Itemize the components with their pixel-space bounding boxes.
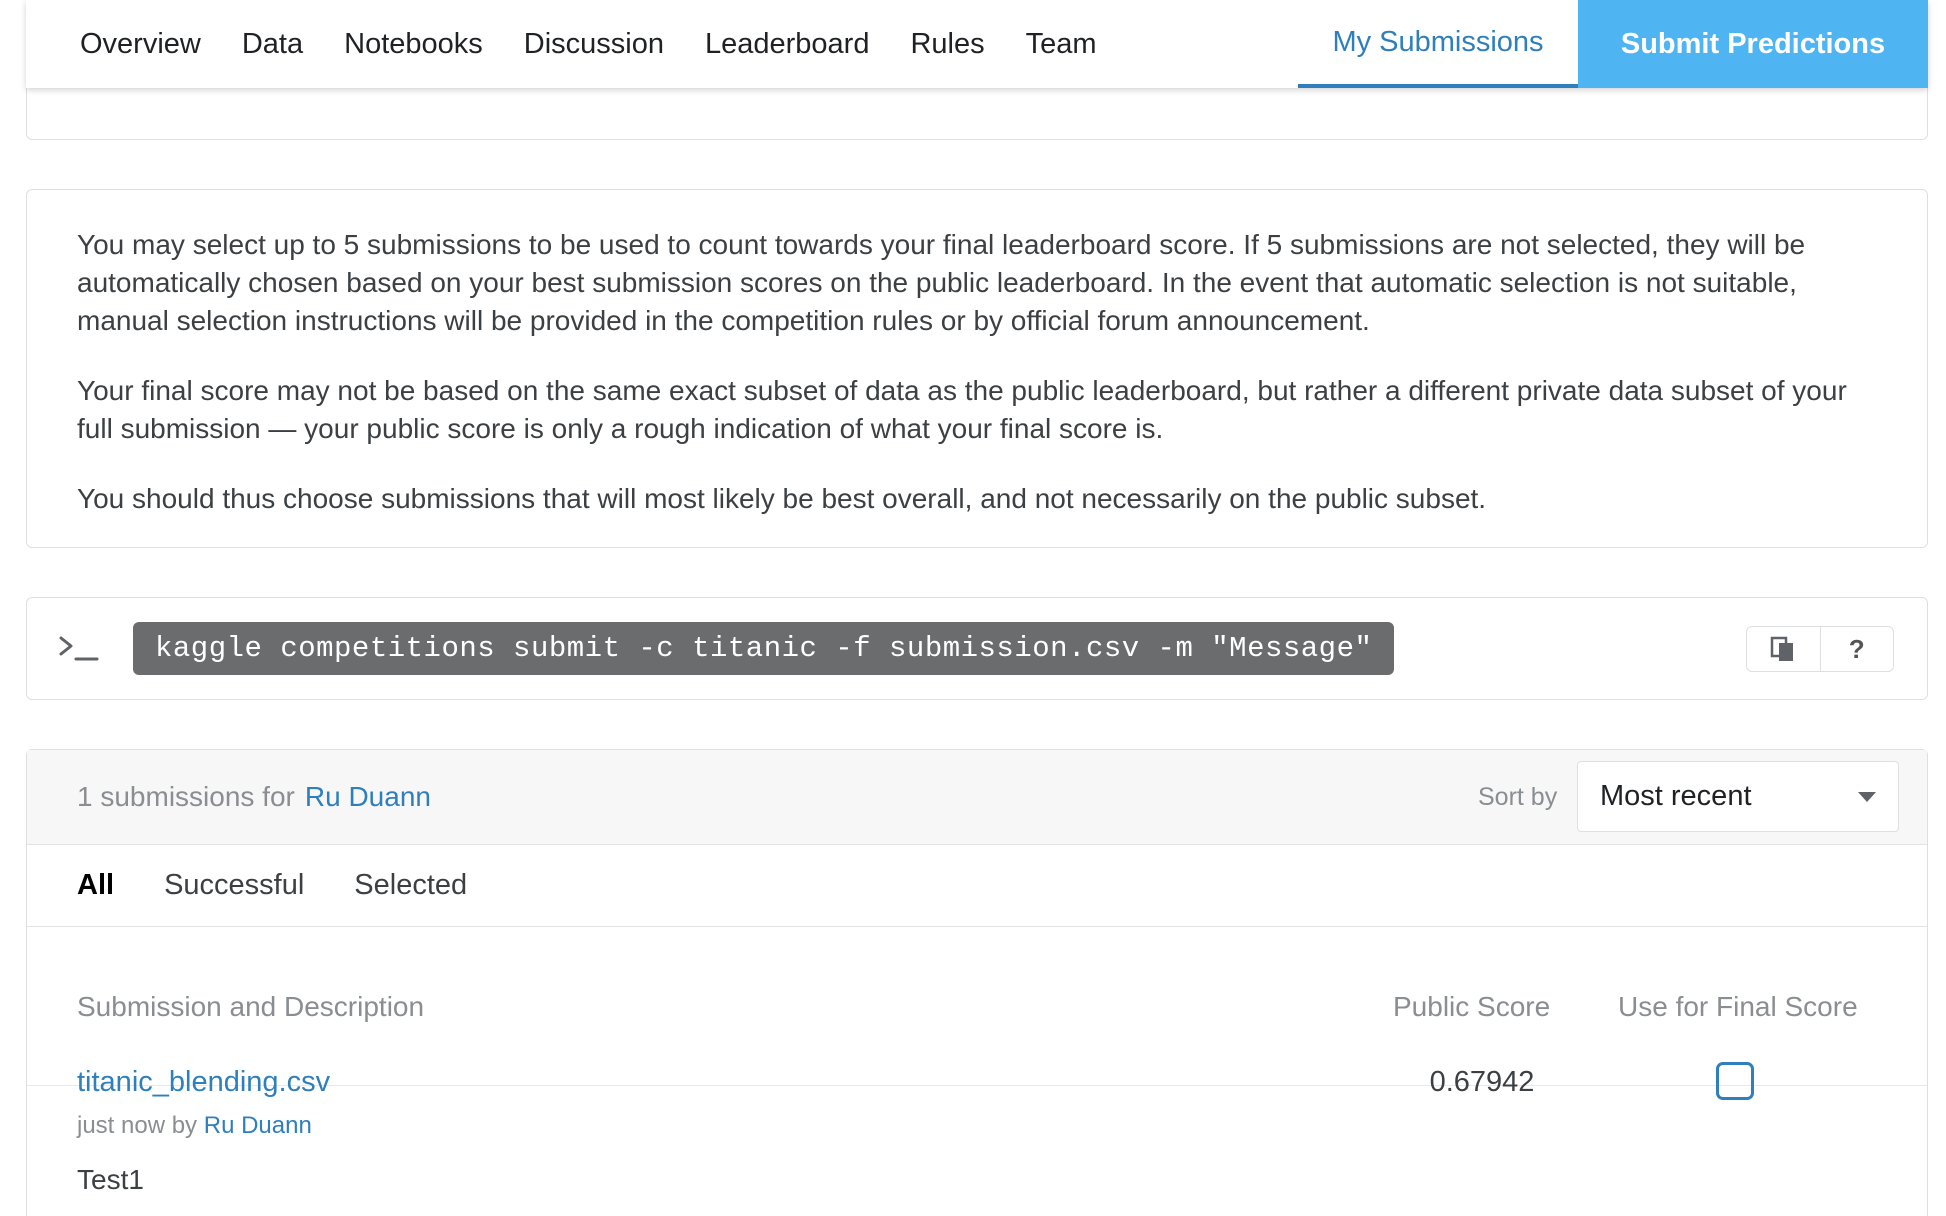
column-header-description: Submission and Description xyxy=(77,991,425,1022)
submission-meta: just now by Ru Duann xyxy=(77,1112,312,1140)
submission-description: Test1 xyxy=(77,1164,144,1195)
nav-tabs: Overview Data Notebooks Discussion Leade… xyxy=(26,0,1298,88)
final-score-info: You may select up to 5 submissions to be… xyxy=(26,189,1928,548)
info-paragraph: You should thus choose submissions that … xyxy=(77,483,1487,514)
submissions-count: 1 submissions for xyxy=(77,781,295,812)
submission-file-link[interactable]: titanic_blending.csv xyxy=(77,1066,330,1099)
sort-select[interactable]: Most recent xyxy=(1577,761,1899,832)
submission-filter-tabs: All Successful Selected xyxy=(27,845,1927,927)
submission-time: just now by xyxy=(77,1112,198,1139)
copy-icon xyxy=(1771,636,1794,661)
command-actions: ? xyxy=(1746,626,1894,672)
command-help-button[interactable]: ? xyxy=(1819,627,1894,671)
tab-team[interactable]: Team xyxy=(1026,28,1097,61)
copy-command-button[interactable] xyxy=(1747,627,1820,671)
nav-right: My Submissions Submit Predictions xyxy=(1298,0,1928,88)
tab-rules[interactable]: Rules xyxy=(910,28,984,61)
tab-overview[interactable]: Overview xyxy=(80,28,201,61)
info-paragraph: You may select up to 5 submissions to be… xyxy=(77,229,1806,336)
competition-nav: Overview Data Notebooks Discussion Leade… xyxy=(26,0,1928,88)
info-paragraph: Your final score may not be based on the… xyxy=(77,375,1847,444)
api-command-panel: kaggle competitions submit -c titanic -f… xyxy=(26,597,1928,700)
use-for-final-score-checkbox[interactable] xyxy=(1716,1062,1754,1100)
terminal-prompt-icon xyxy=(59,636,99,660)
submission-author-link[interactable]: Ru Duann xyxy=(204,1112,312,1139)
tab-notebooks[interactable]: Notebooks xyxy=(344,28,483,61)
tab-my-submissions[interactable]: My Submissions xyxy=(1298,0,1578,88)
api-command-text[interactable]: kaggle competitions submit -c titanic -f… xyxy=(133,622,1395,675)
chevron-down-icon xyxy=(1858,792,1876,802)
tab-data[interactable]: Data xyxy=(242,28,303,61)
submissions-panel: 1 submissions for Ru Duann Sort by Most … xyxy=(26,749,1928,1216)
submission-public-score: 0.67942 xyxy=(1429,1066,1535,1098)
submit-predictions-button[interactable]: Submit Predictions xyxy=(1578,0,1928,88)
sort-label: Sort by xyxy=(1478,783,1558,811)
tab-leaderboard[interactable]: Leaderboard xyxy=(705,28,869,61)
column-header-public-score: Public Score xyxy=(1393,991,1551,1022)
help-icon: ? xyxy=(1848,633,1865,664)
filter-tab-selected[interactable]: Selected xyxy=(354,869,467,902)
column-header-final-score: Use for Final Score xyxy=(1618,991,1858,1022)
submissions-header: 1 submissions for Ru Duann Sort by Most … xyxy=(27,750,1927,845)
filter-tab-successful[interactable]: Successful xyxy=(164,869,304,902)
filter-tab-all[interactable]: All xyxy=(77,869,114,902)
tab-discussion[interactable]: Discussion xyxy=(524,28,664,61)
submissions-user-link[interactable]: Ru Duann xyxy=(305,781,431,813)
sort-value: Most recent xyxy=(1600,780,1752,812)
